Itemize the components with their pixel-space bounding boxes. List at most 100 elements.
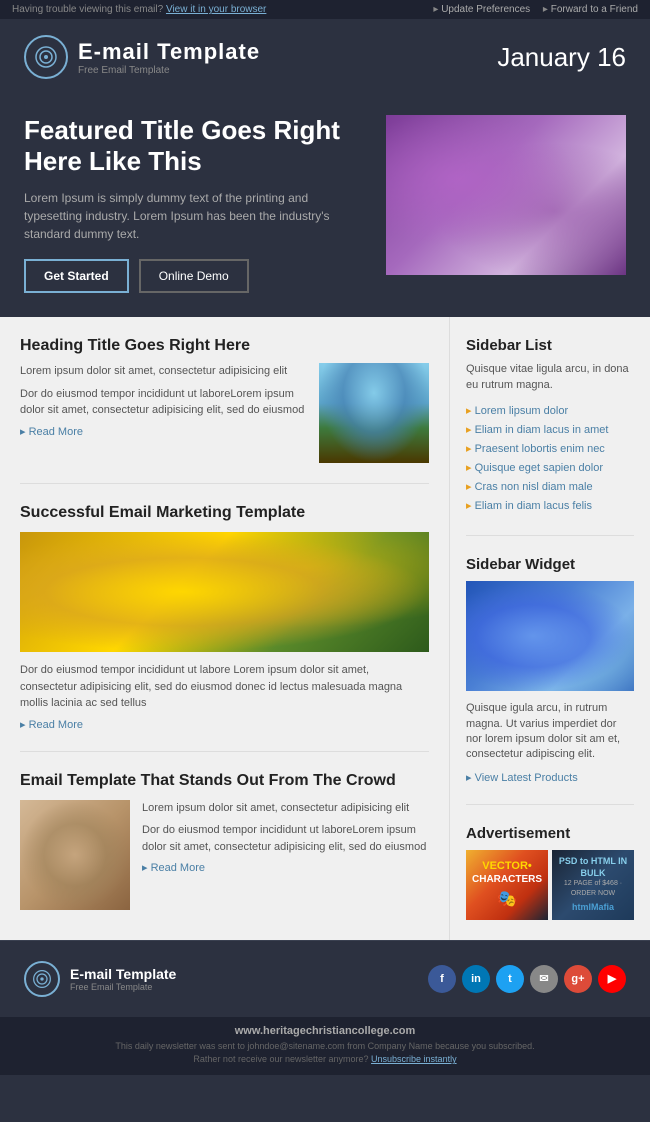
ad1-figure: 🎭: [472, 890, 542, 911]
article-1-image: [319, 363, 429, 463]
article-3-image: [20, 800, 130, 910]
logo-area: E-mail Template Free Email Template: [24, 35, 260, 79]
article-3-body: Lorem ipsum dolor sit amet, consectetur …: [20, 800, 429, 910]
youtube-icon[interactable]: ▶: [598, 965, 626, 993]
list-item[interactable]: Eliam in diam lacus felis: [466, 496, 634, 515]
article-1-body: Lorem ipsum dolor sit amet, consectetur …: [20, 363, 429, 463]
article-1: Heading Title Goes Right Here Lorem ipsu…: [20, 337, 429, 484]
article-3-title: Email Template That Stands Out From The …: [20, 772, 429, 790]
sidebar-widget-image: [466, 581, 634, 691]
sidebar-widget-title: Sidebar Widget: [466, 556, 634, 573]
article-2-read-more[interactable]: Read More: [20, 718, 429, 731]
footer-logo-text: E-mail Template Free Email Template: [70, 966, 176, 992]
hero-image: [386, 115, 626, 275]
get-started-button[interactable]: Get Started: [24, 259, 129, 293]
ad1-line2: CHARACTERS: [472, 873, 542, 886]
ad-box-1-text: VECTOR• CHARACTERS 🎭: [472, 859, 542, 911]
article-1-para1: Lorem ipsum dolor sit amet, consectetur …: [20, 363, 307, 380]
ad-box-2[interactable]: PSD to HTML IN BULK 12 PAGE of $468 · OR…: [552, 850, 634, 920]
hero-content: Featured Title Goes Right Here Like This…: [24, 115, 366, 293]
article-1-read-more[interactable]: Read More: [20, 425, 307, 438]
ad-title: Advertisement: [466, 825, 634, 842]
header: E-mail Template Free Email Template Janu…: [0, 19, 650, 95]
email-icon[interactable]: ✉: [530, 965, 558, 993]
disclaimer: This daily newsletter was sent to johndo…: [12, 1040, 638, 1067]
list-item[interactable]: Eliam in diam lacus in amet: [466, 420, 634, 439]
update-preferences-link[interactable]: Update Preferences: [433, 4, 530, 15]
facebook-icon[interactable]: f: [428, 965, 456, 993]
view-in-browser-link[interactable]: View it in your browser: [166, 4, 266, 15]
article-3-text: Lorem ipsum dolor sit amet, consectetur …: [142, 800, 429, 910]
list-item[interactable]: Praesent lobortis enim nec: [466, 439, 634, 458]
logo-subtitle: Free Email Template: [78, 65, 260, 76]
list-item[interactable]: Cras non nisl diam male: [466, 477, 634, 496]
sidebar-widget-section: Sidebar Widget Quisque igula arcu, in ru…: [466, 556, 634, 805]
hero-title: Featured Title Goes Right Here Like This: [24, 115, 366, 177]
article-2-title: Successful Email Marketing Template: [20, 504, 429, 522]
sidebar-list-intro: Quisque vitae ligula arcu, in dona eu ru…: [466, 362, 634, 393]
forward-link[interactable]: Forward to a Friend: [543, 4, 638, 15]
sidebar-widget-text: Quisque igula arcu, in rutrum magna. Ut …: [466, 701, 634, 763]
article-1-image-inner: [319, 363, 429, 463]
footer-logo: E-mail Template Free Email Template: [24, 961, 176, 997]
ad-images: VECTOR• CHARACTERS 🎭 PSD to HTML IN BULK…: [466, 850, 634, 920]
article-2: Successful Email Marketing Template Dor …: [20, 504, 429, 752]
sidebar-widget-image-inner: [466, 581, 634, 691]
article-3-image-inner: [20, 800, 130, 910]
hero-buttons: Get Started Online Demo: [24, 259, 366, 293]
twitter-icon[interactable]: t: [496, 965, 524, 993]
website-url: www.heritagechristiancollege.com: [12, 1025, 638, 1037]
footer: E-mail Template Free Email Template f in…: [0, 941, 650, 1017]
content-right: Sidebar List Quisque vitae ligula arcu, …: [450, 317, 650, 939]
ad-box-2-text: PSD to HTML IN BULK 12 PAGE of $468 · OR…: [556, 856, 630, 913]
advertisement-section: Advertisement VECTOR• CHARACTERS 🎭: [466, 825, 634, 920]
trouble-text: Having trouble viewing this email? View …: [12, 4, 266, 15]
article-3-para2: Dor do eiusmod tempor incididunt ut labo…: [142, 822, 429, 855]
top-bar: Having trouble viewing this email? View …: [0, 0, 650, 19]
logo-text: E-mail Template Free Email Template: [78, 39, 260, 76]
sidebar-widget-link[interactable]: View Latest Products: [466, 771, 634, 784]
article-3: Email Template That Stands Out From The …: [20, 772, 429, 910]
ad2-line2: 12 PAGE of $468 · ORDER NOW: [556, 879, 630, 897]
ad2-line1: PSD to HTML IN BULK: [556, 856, 630, 879]
header-date: January 16: [497, 42, 626, 73]
content-left: Heading Title Goes Right Here Lorem ipsu…: [0, 317, 450, 939]
main-content: Heading Title Goes Right Here Lorem ipsu…: [0, 317, 650, 939]
disclaimer-line1: This daily newsletter was sent to johndo…: [115, 1041, 534, 1051]
logo-icon: [24, 35, 68, 79]
article-1-title: Heading Title Goes Right Here: [20, 337, 429, 355]
ad1-line1: VECTOR•: [472, 859, 542, 873]
unsubscribe-link[interactable]: Unsubscribe instantly: [371, 1054, 457, 1064]
sidebar-list-title: Sidebar List: [466, 337, 634, 354]
article-3-read-more[interactable]: Read More: [142, 861, 429, 874]
logo-title: E-mail Template: [78, 39, 260, 65]
article-1-para2: Dor do eiusmod tempor incididunt ut labo…: [20, 386, 307, 419]
content-wrapper: Heading Title Goes Right Here Lorem ipsu…: [0, 317, 650, 939]
ad-box-2-inner: PSD to HTML IN BULK 12 PAGE of $468 · OR…: [552, 850, 634, 920]
footer-logo-icon: [24, 961, 60, 997]
article-2-para1: Dor do eiusmod tempor incididunt ut labo…: [20, 662, 429, 712]
ad-box-1-inner: VECTOR• CHARACTERS 🎭: [466, 850, 548, 920]
online-demo-button[interactable]: Online Demo: [139, 259, 249, 293]
hero-section: Featured Title Goes Right Here Like This…: [0, 95, 650, 317]
ad-box-1[interactable]: VECTOR• CHARACTERS 🎭: [466, 850, 548, 920]
article-3-para1: Lorem ipsum dolor sit amet, consectetur …: [142, 800, 429, 817]
article-2-image-inner: [20, 532, 429, 652]
article-2-image: [20, 532, 429, 652]
disclaimer-line2: Rather not receive our newsletter anymor…: [193, 1054, 368, 1064]
footer-logo-title: E-mail Template: [70, 966, 176, 982]
list-item[interactable]: Lorem lipsum dolor: [466, 401, 634, 420]
sidebar-list-section: Sidebar List Quisque vitae ligula arcu, …: [466, 337, 634, 536]
hero-description: Lorem Ipsum is simply dummy text of the …: [24, 189, 366, 243]
social-icons: f in t ✉ g+ ▶: [428, 965, 626, 993]
hero-image-inner: [386, 115, 626, 275]
googleplus-icon[interactable]: g+: [564, 965, 592, 993]
linkedin-icon[interactable]: in: [462, 965, 490, 993]
list-item[interactable]: Quisque eget sapien dolor: [466, 458, 634, 477]
article-1-text: Lorem ipsum dolor sit amet, consectetur …: [20, 363, 307, 463]
sidebar-list: Lorem lipsum dolor Eliam in diam lacus i…: [466, 401, 634, 515]
top-bar-right: Update Preferences Forward to a Friend: [423, 4, 638, 15]
bottom-bar: www.heritagechristiancollege.com This da…: [0, 1017, 650, 1075]
footer-logo-subtitle: Free Email Template: [70, 982, 176, 992]
ad2-brand: htmlMafia: [556, 902, 630, 914]
